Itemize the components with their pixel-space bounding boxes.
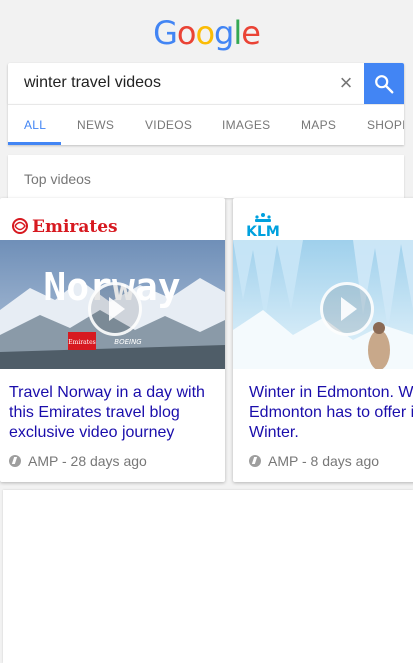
play-icon[interactable] — [88, 282, 142, 336]
video-card-emirates[interactable]: Emirates Norway Emirates BOEING Travel N… — [0, 198, 225, 482]
svg-text:Emirates: Emirates — [32, 217, 118, 237]
tab-news[interactable]: NEWS — [77, 118, 114, 132]
brand-name: KLM — [246, 224, 280, 240]
tab-all[interactable]: ALL — [24, 118, 46, 132]
klm-logo: KLM — [246, 213, 280, 240]
video-title-link[interactable]: Winter in Edmonton. What Edmonton has to… — [249, 383, 413, 443]
search-button[interactable] — [364, 63, 404, 104]
svg-text:BOEING: BOEING — [114, 338, 142, 346]
amp-icon — [9, 455, 21, 467]
video-title-link[interactable]: Travel Norway in a day with this Emirate… — [9, 383, 214, 443]
video-meta: AMP - 28 days ago — [9, 453, 147, 469]
video-card-klm[interactable]: KLM Winter in Edmonton. What Edmonton ha… — [233, 198, 413, 482]
search-tabs: ALL NEWS VIDEOS IMAGES MAPS SHOPPING — [8, 104, 404, 145]
section-title: Top videos — [24, 171, 91, 187]
play-icon[interactable] — [320, 282, 374, 336]
clear-icon[interactable]: × — [336, 71, 356, 95]
top-videos-header: Top videos — [8, 155, 404, 198]
video-meta: AMP - 8 days ago — [249, 453, 379, 469]
tab-maps[interactable]: MAPS — [301, 118, 336, 132]
video-thumbnail[interactable]: Norway Emirates BOEING — [0, 240, 225, 369]
results-panel — [3, 490, 413, 663]
active-tab-indicator — [8, 142, 61, 145]
tab-shopping[interactable]: SHOPPING — [367, 118, 404, 132]
emirates-logo: Emirates — [12, 217, 118, 237]
search-bar: × — [8, 63, 404, 104]
tab-videos[interactable]: VIDEOS — [145, 118, 192, 132]
google-logo: Google — [153, 14, 261, 52]
svg-text:Emirates: Emirates — [68, 339, 95, 346]
search-input[interactable] — [24, 74, 324, 92]
tab-images[interactable]: IMAGES — [222, 118, 270, 132]
amp-icon — [249, 455, 261, 467]
search-icon — [375, 75, 394, 94]
video-thumbnail[interactable] — [233, 240, 413, 369]
